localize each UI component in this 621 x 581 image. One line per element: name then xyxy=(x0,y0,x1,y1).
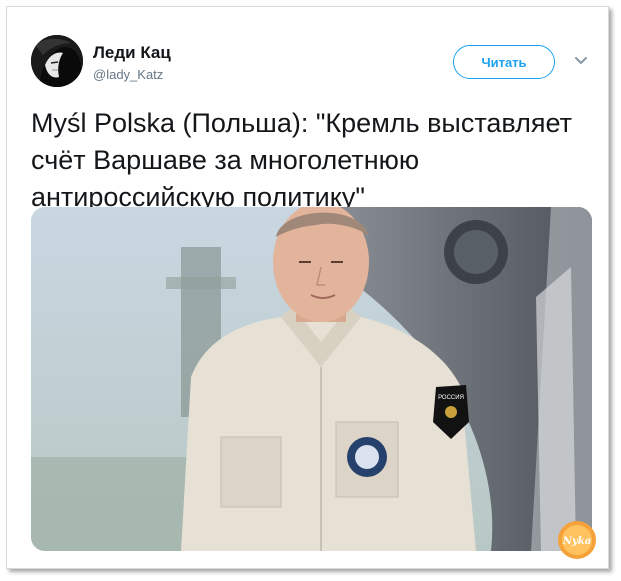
photo-illustration: РОССИЯ xyxy=(31,207,592,551)
tweet-text-line: счёт Варшаве за многолетнюю xyxy=(31,145,420,175)
chevron-down-icon[interactable] xyxy=(573,53,589,69)
author-handle[interactable]: @lady_Katz xyxy=(93,67,163,82)
watermark-logo: Nyka xyxy=(557,520,597,560)
tweet-text-line: Myśl Polska (Польша): "Кремль выставляет xyxy=(31,108,572,138)
author-name[interactable]: Леди Кац xyxy=(93,43,171,63)
tweet-photo[interactable]: РОССИЯ xyxy=(31,207,592,551)
avatar-image xyxy=(31,35,83,87)
sleeve-badge-text: РОССИЯ xyxy=(438,395,464,401)
watermark-text: Nyka xyxy=(562,536,591,547)
avatar[interactable] xyxy=(31,35,83,87)
follow-button[interactable]: Читать xyxy=(453,45,555,79)
tweet-card: Леди Кац @lady_Katz Читать Myśl Polska (… xyxy=(6,6,609,569)
tweet-text: Myśl Polska (Польша): "Кремль выставляет… xyxy=(31,105,591,216)
